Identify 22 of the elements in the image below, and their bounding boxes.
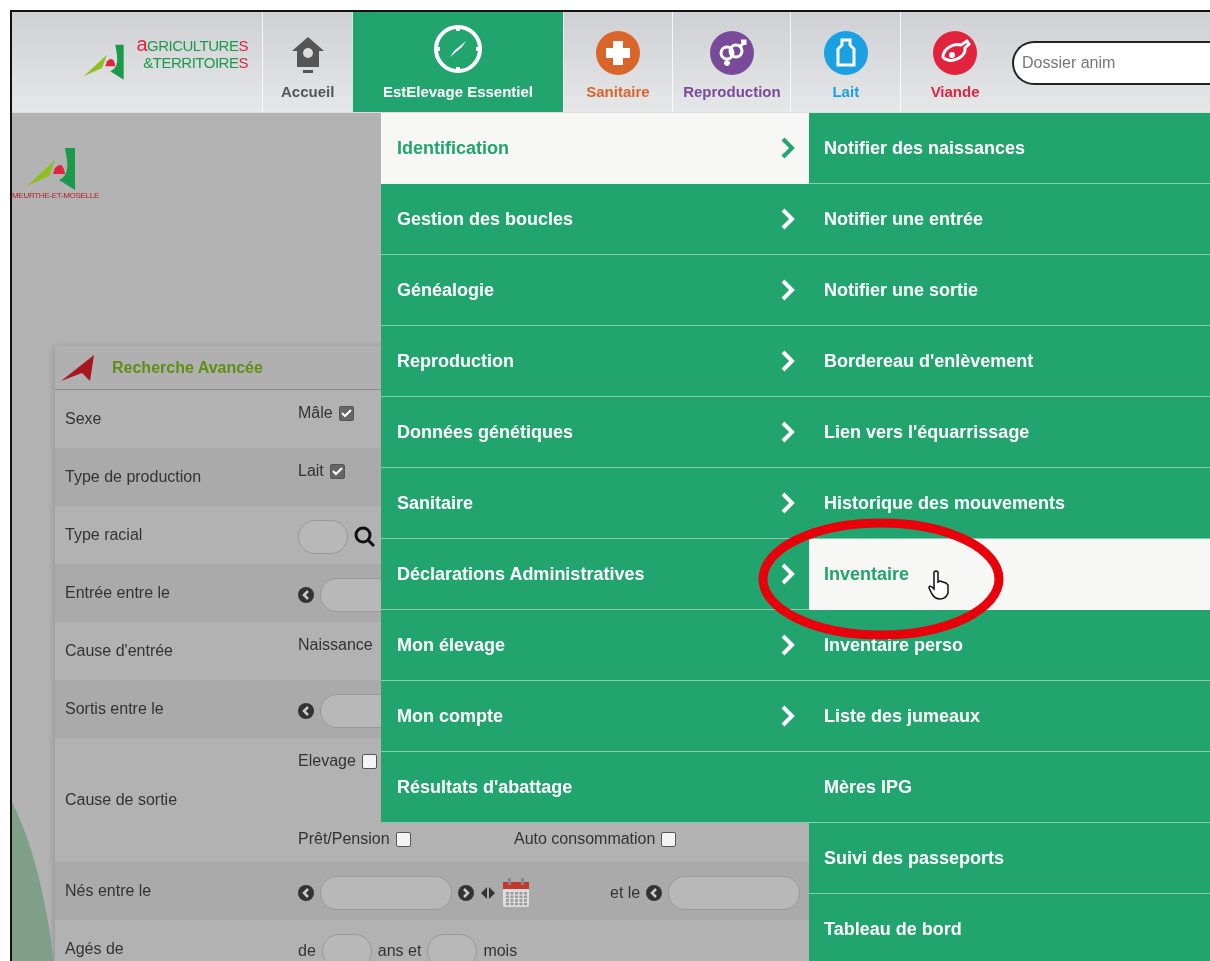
option-label: de bbox=[298, 942, 316, 960]
option-label: Mâle bbox=[298, 404, 333, 422]
option-label: ans et bbox=[377, 942, 422, 960]
brand-logo-text: aGRICULTURES &TERRITOIRES bbox=[136, 35, 248, 71]
field-label: Cause d'entrée bbox=[64, 642, 174, 660]
field-label: Cause de sortie bbox=[64, 791, 179, 809]
logo-caption: MEURTHE-ET-MOSELLE bbox=[12, 191, 99, 200]
field-label: Agés de bbox=[64, 940, 125, 958]
option-label: mois bbox=[483, 942, 518, 960]
option-label: Lait bbox=[298, 462, 324, 480]
field-label: Entrée entre le bbox=[64, 584, 171, 602]
field-label: Sortis entre le bbox=[64, 700, 165, 718]
option-label: et le bbox=[610, 884, 641, 902]
option-label: Naissance bbox=[298, 636, 373, 654]
field-label: Nés entre le bbox=[64, 882, 153, 900]
panel-title: Recherche Avancée bbox=[112, 358, 263, 377]
field-label: Type de production bbox=[64, 468, 203, 486]
field-label: Type racial bbox=[64, 526, 144, 544]
option-label: Elevage bbox=[298, 752, 356, 770]
option-label: Auto consommation bbox=[514, 830, 656, 848]
field-label: Sexe bbox=[64, 410, 103, 428]
option-label: Prêt/Pension bbox=[298, 830, 390, 848]
